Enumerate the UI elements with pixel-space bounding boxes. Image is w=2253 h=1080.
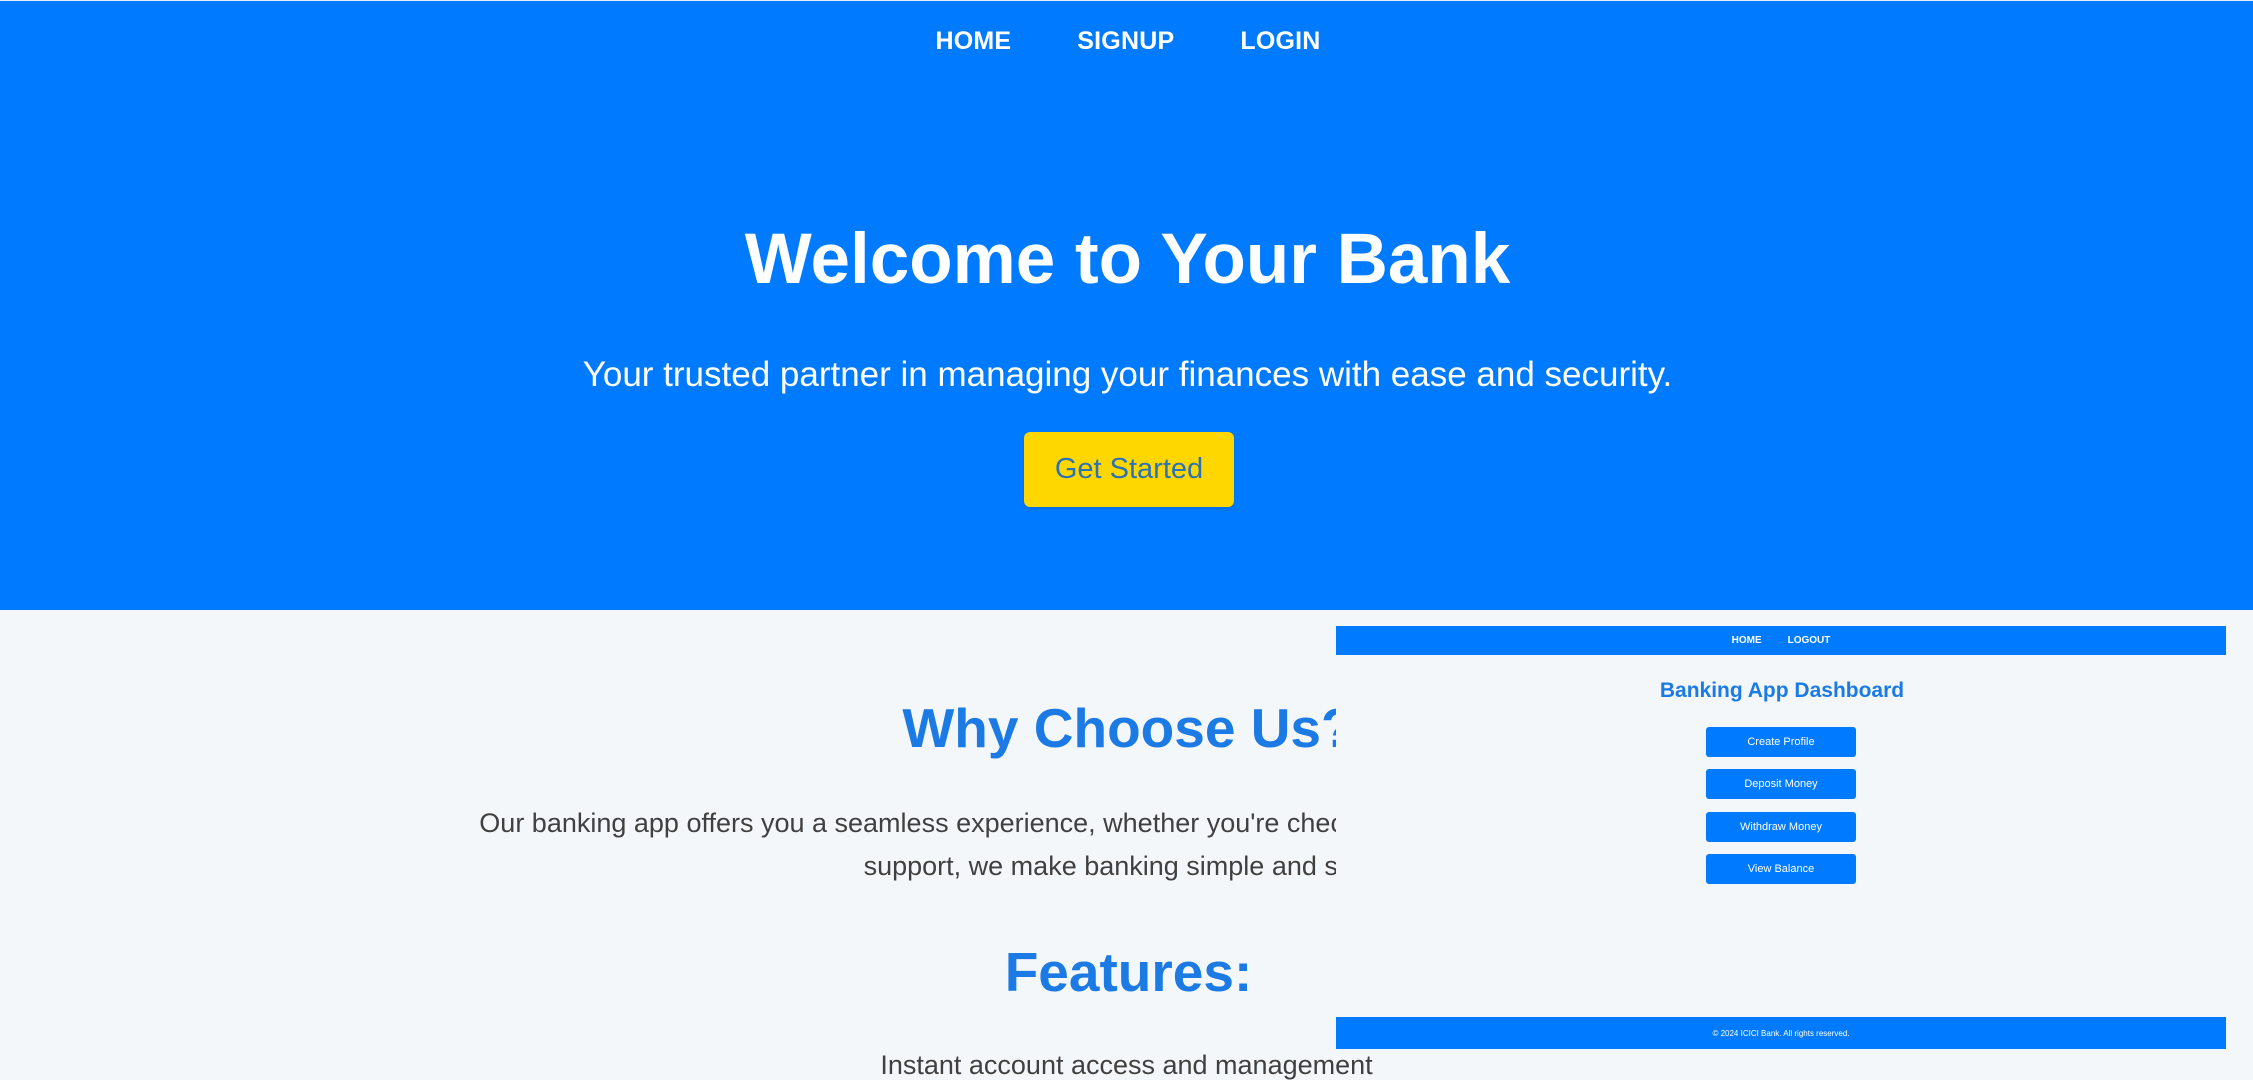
dashboard-nav-home-link[interactable]: HOME <box>1732 635 1762 646</box>
get-started-button[interactable]: Get Started <box>1024 432 1234 507</box>
view-balance-button[interactable]: View Balance <box>1706 854 1856 884</box>
hero-title: Welcome to Your Bank <box>744 220 1511 299</box>
top-navigation: HOME SIGNUP LOGIN <box>0 27 2253 56</box>
nav-signup-link[interactable]: SIGNUP <box>1077 27 1174 56</box>
nav-login-link[interactable]: LOGIN <box>1240 27 1320 56</box>
create-profile-button[interactable]: Create Profile <box>1706 727 1856 757</box>
withdraw-money-button[interactable]: Withdraw Money <box>1706 812 1856 842</box>
hero-section: HOME SIGNUP LOGIN Welcome to Your Bank Y… <box>0 0 2253 610</box>
dashboard-navigation: HOME LOGOUT <box>1336 626 2226 655</box>
dashboard-title: Banking App Dashboard <box>1659 679 1905 702</box>
dashboard-nav-logout-link[interactable]: LOGOUT <box>1788 635 1831 646</box>
feature-item: Instant account access and management <box>880 1050 1373 1080</box>
dashboard-footer: © 2024 ICICI Bank. All rights reserved. <box>1336 1017 2226 1049</box>
deposit-money-button[interactable]: Deposit Money <box>1706 769 1856 799</box>
nav-home-link[interactable]: HOME <box>935 27 1011 56</box>
dashboard-window: HOME LOGOUT Banking App Dashboard Create… <box>1336 626 2226 1049</box>
hero-subtitle: Your trusted partner in managing your fi… <box>582 355 1673 394</box>
page: HOME SIGNUP LOGIN Welcome to Your Bank Y… <box>0 0 2253 1080</box>
